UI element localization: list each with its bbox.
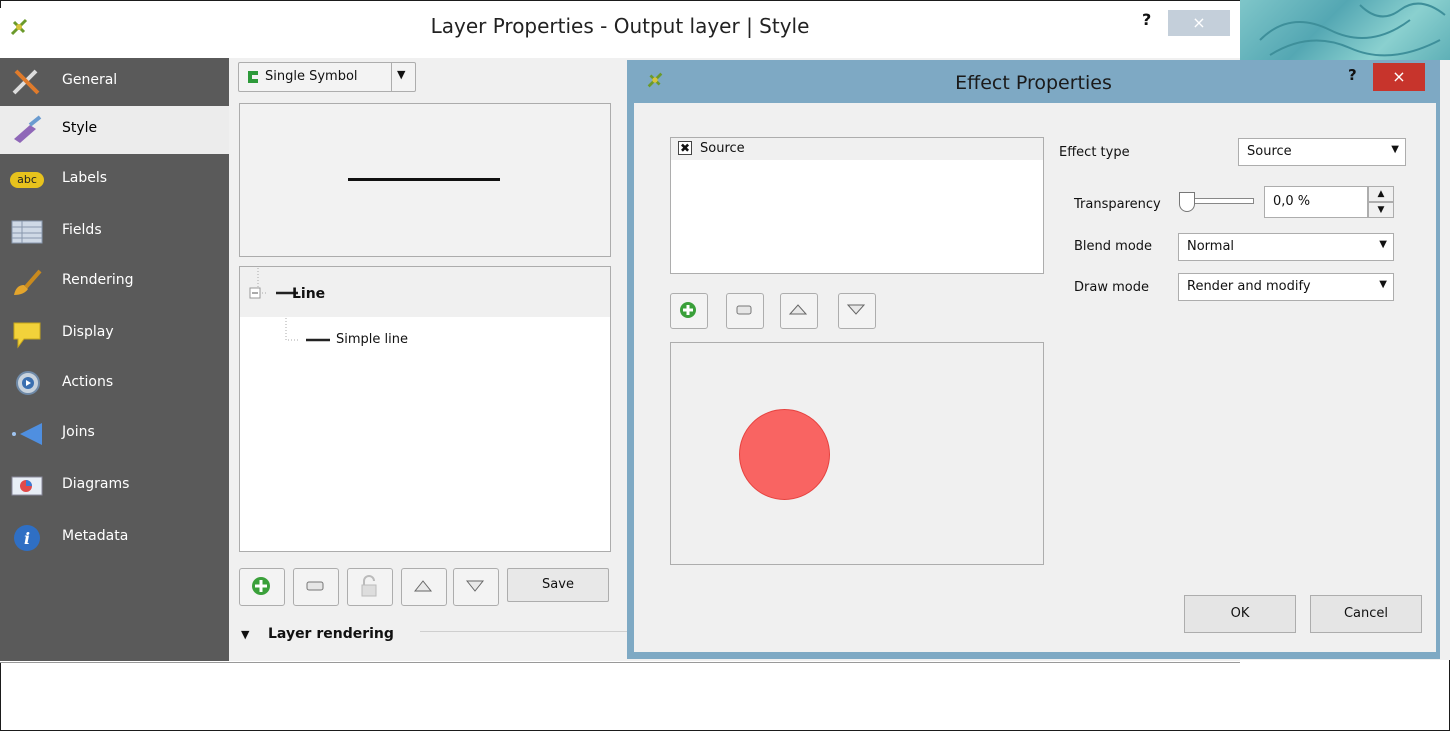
add-effect-button[interactable] (670, 293, 708, 329)
blend-mode-label: Blend mode (1074, 239, 1153, 254)
chevron-down-icon: ▼ (1379, 279, 1387, 290)
sidebar-item-label: Joins (62, 424, 95, 440)
sidebar-item-diagrams[interactable]: Diagrams (0, 462, 229, 510)
effect-type-label: Effect type (1059, 145, 1130, 160)
map-canvas (1240, 0, 1450, 60)
sidebar-item-rendering[interactable]: Rendering (0, 258, 229, 306)
transparency-slider[interactable] (1190, 198, 1254, 204)
single-symbol-icon (248, 71, 258, 83)
remove-effect-button[interactable] (726, 293, 764, 329)
transparency-value: 0,0 % (1273, 194, 1311, 209)
add-layer-button[interactable] (239, 568, 285, 606)
preview-circle (739, 409, 830, 500)
draw-mode-select[interactable]: Render and modify ▼ (1178, 273, 1394, 301)
effect-type-select[interactable]: Source ▼ (1238, 138, 1406, 166)
sidebar-item-general[interactable]: General (0, 58, 229, 106)
sidebar-item-labels[interactable]: abc Labels (0, 156, 229, 204)
sidebar-item-label: Metadata (62, 528, 129, 544)
triangle-up-icon (788, 304, 808, 315)
section-divider (420, 631, 628, 632)
layer-rendering-section[interactable]: Layer rendering (268, 626, 394, 642)
transparency-spinbox[interactable]: 0,0 % (1264, 186, 1368, 218)
effect-close-button[interactable]: × (1373, 63, 1425, 91)
spin-up-icon[interactable]: ▲ (1368, 186, 1394, 202)
triangle-down-icon (846, 304, 866, 315)
draw-mode-value: Render and modify (1187, 279, 1311, 294)
effect-down-button[interactable] (838, 293, 876, 329)
effect-dialog-title: Effect Properties (955, 72, 1112, 94)
chevron-down-icon: ▼ (1391, 144, 1399, 155)
info-icon: i (14, 525, 40, 551)
tree-simple-line-label[interactable]: Simple line (336, 332, 408, 347)
sidebar-item-joins[interactable]: Joins (0, 410, 229, 458)
join-arrow-icon (12, 423, 42, 445)
sidebar-item-metadata[interactable]: i Metadata (0, 514, 229, 562)
triangle-up-icon (413, 580, 433, 592)
save-button[interactable]: Save (507, 568, 609, 602)
effect-item-label: Source (700, 141, 745, 156)
transparency-slider-handle[interactable] (1179, 192, 1195, 212)
blend-mode-select[interactable]: Normal ▼ (1178, 233, 1394, 261)
tree-line-label: Line (292, 286, 326, 302)
draw-mode-label: Draw mode (1074, 280, 1149, 295)
svg-text:i: i (24, 529, 30, 548)
map-contours (1259, 2, 1446, 57)
gear-play-icon (16, 371, 40, 395)
paintbrush-icon (14, 115, 42, 143)
lock-layer-button[interactable] (347, 568, 393, 606)
chart-icon (11, 476, 43, 496)
sidebar-item-label: Diagrams (62, 476, 130, 492)
sidebar-item-label: Display (62, 324, 114, 340)
speech-bubble-icon (13, 322, 41, 349)
triangle-down-icon (465, 580, 485, 592)
sidebar: General Style abc Labels Fields Renderin… (0, 58, 229, 661)
sidebar-item-label: Fields (62, 222, 102, 238)
tools-icon (12, 69, 40, 95)
effect-preview (670, 342, 1044, 565)
sidebar-item-fields[interactable]: Fields (0, 208, 229, 256)
sidebar-item-actions[interactable]: Actions (0, 360, 229, 408)
spin-down-icon[interactable]: ▼ (1368, 202, 1394, 218)
sidebar-item-label: Rendering (62, 272, 134, 288)
cancel-button[interactable]: Cancel (1310, 595, 1422, 633)
minus-icon (736, 305, 752, 315)
minus-icon (306, 581, 324, 591)
sidebar-item-label: Style (62, 120, 98, 136)
effect-type-value: Source (1247, 144, 1292, 159)
lock-icon (361, 575, 377, 597)
dropdown-separator (391, 63, 392, 91)
abc-labels-icon: abc (10, 172, 44, 188)
table-icon (11, 220, 43, 244)
blend-mode-value: Normal (1187, 239, 1235, 254)
effect-enabled-checkbox[interactable]: ✖ (678, 141, 692, 155)
sidebar-item-display[interactable]: Display (0, 310, 229, 358)
effect-up-button[interactable] (780, 293, 818, 329)
plus-icon (252, 577, 270, 595)
chevron-down-icon: ▼ (1379, 239, 1387, 250)
transparency-label: Transparency (1074, 197, 1161, 212)
sidebar-item-label: General (62, 72, 118, 88)
effect-help-button[interactable]: ? (1348, 66, 1357, 84)
tree-connectors (249, 268, 330, 342)
brush-icon (14, 269, 42, 295)
move-down-button[interactable] (453, 568, 499, 606)
sidebar-item-style[interactable]: Style (0, 106, 229, 154)
renderer-type-dropdown[interactable]: Single Symbol ▼ (238, 62, 416, 92)
sidebar-item-label: Labels (62, 170, 108, 186)
line-symbol-preview (348, 178, 500, 181)
ok-button[interactable]: OK (1184, 595, 1296, 633)
move-up-button[interactable] (401, 568, 447, 606)
main-window-title: Layer Properties - Output layer | Style (430, 14, 810, 38)
section-collapse-icon[interactable]: ▼ (241, 628, 249, 641)
remove-layer-button[interactable] (293, 568, 339, 606)
plus-icon (680, 302, 696, 318)
main-help-button[interactable]: ? (1142, 10, 1162, 29)
main-close-button[interactable]: × (1168, 10, 1230, 36)
chevron-down-icon[interactable]: ▼ (397, 68, 405, 81)
renderer-type-value: Single Symbol (265, 69, 358, 84)
sidebar-item-label: Actions (62, 374, 114, 390)
